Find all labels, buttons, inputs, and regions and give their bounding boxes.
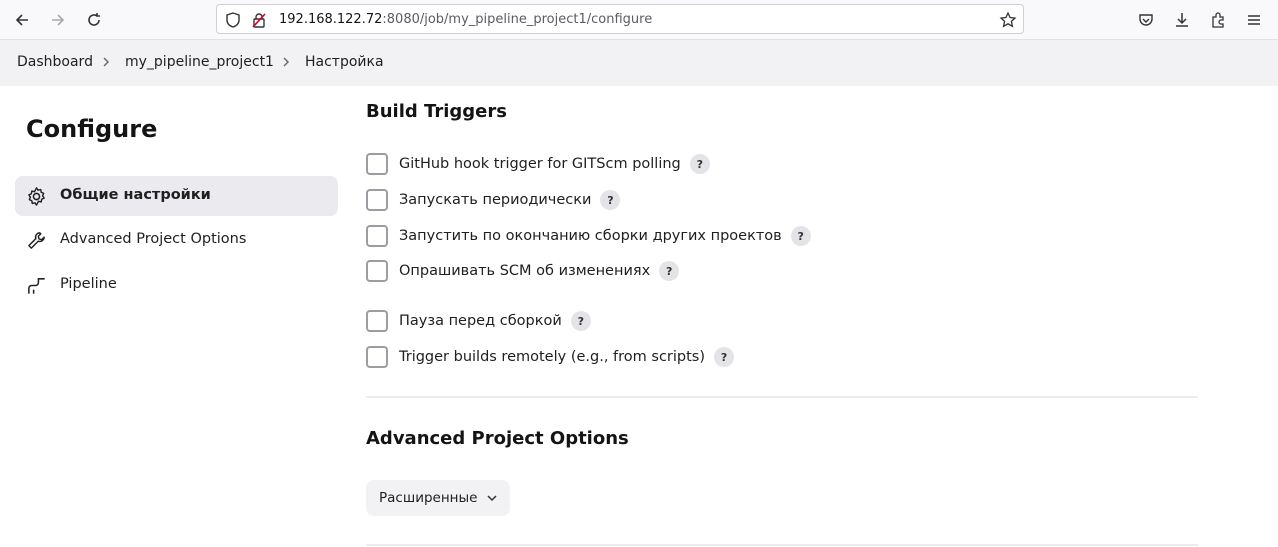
- forward-arrow-icon: [52, 14, 65, 26]
- advanced-button[interactable]: Расширенные: [366, 480, 510, 516]
- trigger-quiet-period: Пауза перед сборкой ?: [366, 310, 591, 332]
- sidebar-item-label: Общие настройки: [60, 187, 211, 203]
- menu-button[interactable]: [1243, 9, 1265, 31]
- trigger-label[interactable]: Пауза перед сборкой: [399, 313, 562, 329]
- trigger-periodic: Запускать периодически ?: [366, 189, 621, 211]
- help-icon[interactable]: ?: [600, 190, 621, 210]
- downloads-button[interactable]: [1171, 9, 1193, 31]
- help-icon[interactable]: ?: [659, 261, 680, 281]
- trigger-label[interactable]: Trigger builds remotely (e.g., from scri…: [399, 349, 705, 365]
- back-arrow-icon: [15, 14, 28, 26]
- trigger-label[interactable]: Опрашивать SCM об изменениях: [399, 263, 650, 279]
- reload-icon: [88, 13, 100, 26]
- browser-toolbar: 192.168.122.72:8080/job/my_pipeline_proj…: [0, 0, 1278, 40]
- trigger-label[interactable]: GitHub hook trigger for GITScm polling: [399, 156, 681, 172]
- advanced-button-label: Расширенные: [379, 490, 478, 506]
- insecure-lock-icon[interactable]: [250, 11, 268, 29]
- pocket-button[interactable]: [1135, 9, 1157, 31]
- trigger-poll-scm: Опрашивать SCM об изменениях ?: [366, 260, 680, 282]
- back-button[interactable]: [11, 9, 33, 31]
- page-title: Configure: [26, 115, 158, 143]
- checkbox[interactable]: [366, 346, 388, 368]
- url-path: :8080/job/my_pipeline_project1/configure: [382, 12, 653, 27]
- help-icon[interactable]: ?: [689, 154, 710, 174]
- checkbox[interactable]: [366, 310, 388, 332]
- url-host: 192.168.122.72: [279, 12, 383, 27]
- build-triggers-title: Build Triggers: [366, 101, 507, 122]
- checkbox[interactable]: [366, 189, 388, 211]
- help-icon[interactable]: ?: [714, 347, 735, 367]
- puzzle-icon: [1212, 12, 1224, 28]
- trigger-remote: Trigger builds remotely (e.g., from scri…: [366, 346, 735, 368]
- hamburger-icon: [1248, 15, 1260, 25]
- shield-icon[interactable]: [224, 11, 242, 29]
- breadcrumb-project[interactable]: my_pipeline_project1: [125, 54, 274, 70]
- chevron-right-icon: [103, 57, 109, 67]
- url-text[interactable]: 192.168.122.72:8080/job/my_pipeline_proj…: [279, 12, 652, 27]
- checkbox[interactable]: [366, 153, 388, 175]
- forward-button[interactable]: [47, 9, 69, 31]
- bookmark-star-icon[interactable]: [999, 11, 1017, 29]
- sidebar-item-pipeline[interactable]: Pipeline: [15, 265, 338, 305]
- sidebar-item-label: Pipeline: [60, 276, 117, 292]
- checkbox[interactable]: [366, 260, 388, 282]
- trigger-label[interactable]: Запустить по окончанию сборки других про…: [399, 228, 782, 244]
- gear-icon: [28, 187, 45, 206]
- pipeline-icon: [28, 278, 45, 294]
- extensions-button[interactable]: [1207, 9, 1229, 31]
- section-divider: [366, 396, 1198, 398]
- breadcrumb-dashboard[interactable]: Dashboard: [17, 54, 93, 70]
- help-icon[interactable]: ?: [570, 311, 591, 331]
- breadcrumb-configure[interactable]: Настройка: [305, 54, 384, 70]
- sidebar-item-general[interactable]: Общие настройки: [15, 176, 338, 216]
- chevron-right-icon: [283, 57, 289, 67]
- pocket-icon: [1139, 14, 1153, 26]
- trigger-label[interactable]: Запускать периодически: [399, 192, 591, 208]
- section-divider: [366, 544, 1198, 546]
- reload-button[interactable]: [83, 9, 105, 31]
- advanced-options-title: Advanced Project Options: [366, 428, 629, 449]
- sidebar-item-label: Advanced Project Options: [60, 231, 247, 247]
- checkbox[interactable]: [366, 225, 388, 247]
- wrench-icon: [28, 232, 45, 249]
- trigger-after-other-projects: Запустить по окончанию сборки других про…: [366, 225, 811, 247]
- trigger-github-hook: GitHub hook trigger for GITScm polling ?: [366, 153, 710, 175]
- chevron-down-icon: [487, 495, 497, 502]
- help-icon[interactable]: ?: [790, 226, 811, 246]
- address-bar[interactable]: 192.168.122.72:8080/job/my_pipeline_proj…: [216, 4, 1024, 34]
- sidebar-item-advanced[interactable]: Advanced Project Options: [15, 220, 338, 260]
- breadcrumb: Dashboard my_pipeline_project1 Настройка: [0, 40, 1278, 86]
- download-icon: [1176, 13, 1188, 27]
